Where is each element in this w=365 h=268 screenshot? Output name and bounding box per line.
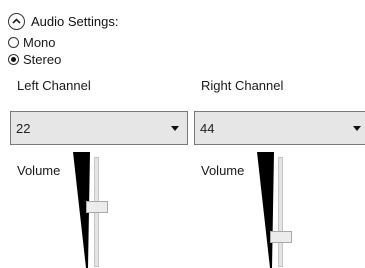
chevron-up-icon [12,18,21,24]
audio-settings-header: Audio Settings: [8,11,118,31]
left-channel-label: Left Channel [17,78,91,93]
right-volume-slider-track[interactable] [278,157,283,267]
left-channel-select[interactable]: 22 [10,111,188,145]
mono-radio-circle[interactable] [8,36,19,48]
chevron-down-icon [171,125,179,131]
right-volume-slider-thumb[interactable] [270,231,292,243]
right-channel-value: 44 [200,120,215,136]
audio-settings-title: Audio Settings: [31,13,119,29]
right-volume-wedge-icon [257,152,274,268]
left-volume-label: Volume [17,163,61,178]
right-channel-select[interactable]: 44 [194,111,365,145]
right-volume-label: Volume [201,163,245,178]
stereo-radio[interactable]: Stereo [8,51,61,67]
right-channel-label: Right Channel [201,78,284,93]
stereo-radio-circle[interactable] [8,53,19,65]
left-volume-slider-thumb[interactable] [86,201,108,213]
mono-radio[interactable]: Mono [8,34,56,50]
collapse-button[interactable] [8,12,25,30]
left-channel-value: 22 [16,120,31,136]
chevron-down-icon [353,125,361,131]
stereo-radio-label: Stereo [23,51,62,67]
mono-radio-label: Mono [23,34,56,50]
